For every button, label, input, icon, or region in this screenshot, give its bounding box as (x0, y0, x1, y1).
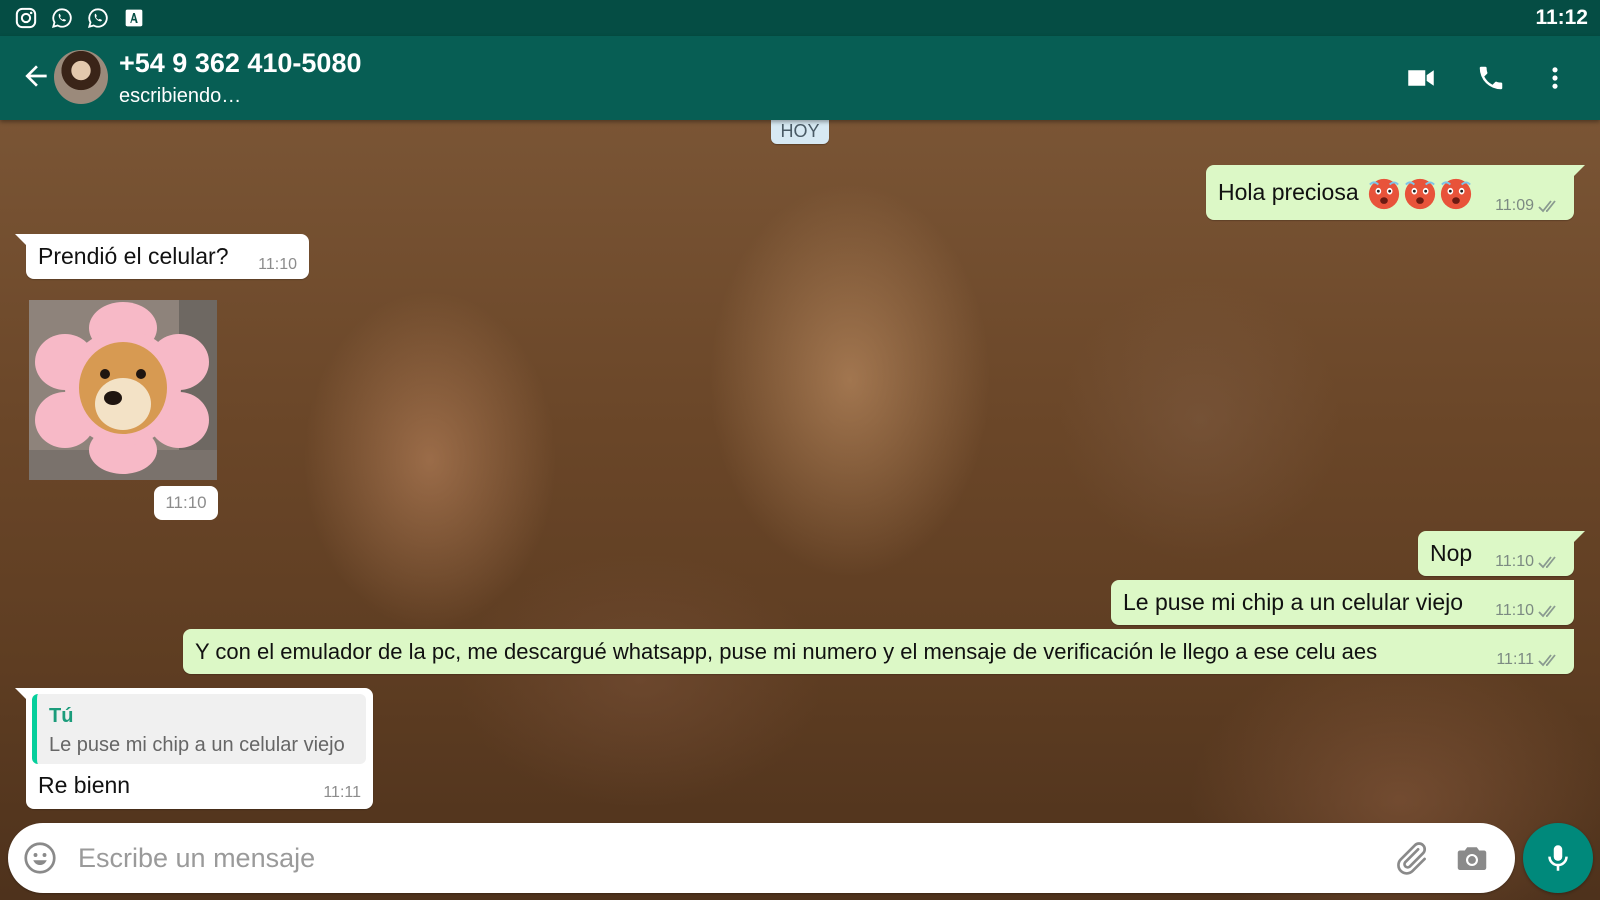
paperclip-icon (1397, 842, 1426, 875)
avatar[interactable] (54, 50, 108, 104)
instagram-icon (14, 6, 38, 30)
video-call-icon (1408, 70, 1434, 86)
message-meta: 11:10 (1495, 553, 1562, 571)
outgoing-message[interactable]: Le puse mi chip a un celular viejo 11:10 (1111, 580, 1574, 625)
contact-name[interactable]: +54 9 362 410-5080 (119, 48, 361, 79)
quoted-message[interactable]: Tú Le puse mi chip a un celular viejo (32, 694, 366, 764)
message-time: 11:11 (323, 784, 361, 801)
outgoing-message[interactable]: Y con el emulador de la pc, me descargué… (183, 629, 1574, 674)
voice-call-button[interactable] (1471, 58, 1511, 98)
status-bar: 11:12 (0, 0, 1600, 36)
double-check-icon (1538, 556, 1556, 569)
back-button[interactable] (20, 60, 52, 92)
message-text-content: Hola preciosa (1218, 179, 1359, 205)
message-time: 11:10 (1495, 553, 1534, 570)
incoming-reply-message[interactable]: Tú Le puse mi chip a un celular viejo Re… (15, 688, 373, 809)
double-check-icon (1538, 654, 1556, 667)
message-time: 11:11 (1496, 651, 1534, 668)
message-text: Prendió el celular? (38, 243, 229, 269)
double-check-icon (1538, 605, 1556, 618)
message-composer (8, 823, 1515, 893)
chat-header: +54 9 362 410-5080 escribiendo… (0, 36, 1600, 120)
clock: 11:12 (1535, 6, 1588, 29)
hot-face-emoji (1404, 178, 1436, 210)
double-check-icon (1538, 200, 1556, 213)
more-options-button[interactable] (1535, 58, 1575, 98)
hot-face-emoji (1440, 178, 1472, 210)
outgoing-message[interactable]: Hola preciosa 11:09 (1206, 165, 1585, 220)
smiley-icon (24, 842, 56, 874)
microphone-icon (1548, 845, 1568, 871)
message-meta: 11:09 (1495, 197, 1562, 215)
whatsapp-icon (50, 6, 74, 30)
emoji-button[interactable] (22, 840, 58, 876)
message-time: 11:09 (1495, 197, 1534, 214)
more-options-icon (1552, 67, 1558, 89)
voice-message-button[interactable] (1523, 823, 1593, 893)
message-input[interactable] (78, 833, 1358, 883)
message-text: Y con el emulador de la pc, me descargué… (195, 639, 1378, 664)
message-time: 11:10 (1495, 602, 1534, 619)
message-text: Le puse mi chip a un celular viejo (1123, 589, 1464, 615)
quote-text: Le puse mi chip a un celular viejo (49, 734, 345, 756)
outgoing-message[interactable]: Nop 11:10 (1418, 531, 1585, 576)
phone-icon (1479, 66, 1503, 90)
notification-icons (14, 6, 146, 30)
contact-status: escribiendo… (119, 85, 242, 107)
message-meta: 11:10 (1495, 602, 1562, 620)
incoming-message[interactable]: Prendió el celular? 11:10 (15, 234, 309, 279)
camera-button[interactable] (1454, 840, 1490, 876)
attach-button[interactable] (1392, 839, 1430, 877)
message-text: Hola preciosa (1218, 165, 1473, 220)
video-call-button[interactable] (1401, 58, 1441, 98)
camera-icon (1457, 847, 1487, 870)
message-text: Re bienn (38, 772, 131, 798)
quote-author: Tú (49, 705, 74, 727)
hot-face-emoji (1368, 178, 1400, 210)
message-text: Nop (1430, 540, 1473, 566)
shiba-flower-sticker[interactable] (29, 300, 217, 480)
message-time: 11:10 (258, 256, 297, 273)
arrow-left-icon (25, 65, 47, 87)
font-icon (122, 6, 146, 30)
message-meta: 11:11 (1496, 651, 1562, 669)
whatsapp-icon (86, 6, 110, 30)
sticker-time: 11:10 (154, 486, 218, 520)
sticker-image (29, 300, 217, 480)
